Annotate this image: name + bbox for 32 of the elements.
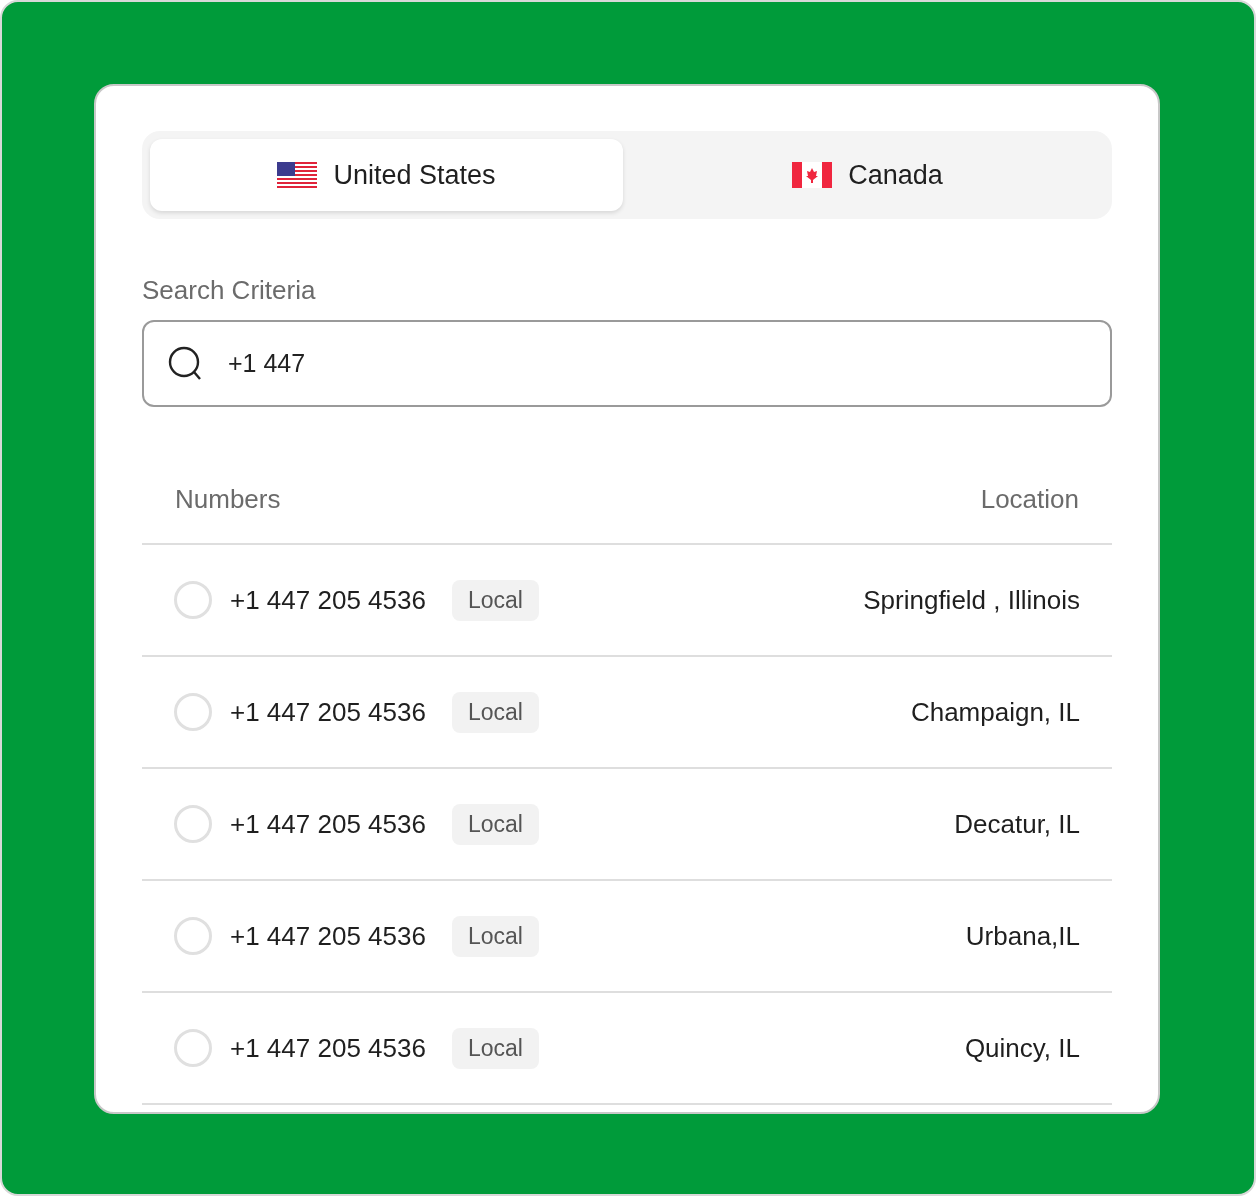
- type-tag: Local: [451, 803, 539, 845]
- radio-button[interactable]: [174, 693, 212, 731]
- radio-button[interactable]: [174, 805, 212, 843]
- location-text: Urbana,IL: [965, 920, 1080, 952]
- search-field[interactable]: +1 447: [142, 320, 1112, 407]
- radio-button[interactable]: [174, 581, 212, 619]
- search-icon: [168, 345, 204, 382]
- phone-number: +1 447 205 4536: [230, 584, 426, 616]
- location-text: Decatur, IL: [954, 808, 1080, 840]
- flag-icon: [277, 162, 318, 188]
- location-text: Champaign, IL: [910, 696, 1080, 728]
- type-tag: Local: [451, 1027, 539, 1069]
- phone-number: +1 447 205 4536: [230, 808, 426, 840]
- type-tag: Local: [451, 691, 539, 733]
- column-header: Numbers: [175, 483, 281, 515]
- phone-number: +1 447 205 4536: [230, 696, 426, 728]
- country-tab[interactable]: United States: [150, 139, 623, 211]
- location-text: Quincy, IL: [964, 1032, 1080, 1064]
- phone-number: +1 447 205 4536: [230, 1032, 426, 1064]
- column-header: Location: [980, 483, 1079, 515]
- radio-button[interactable]: [174, 1029, 212, 1067]
- search-input[interactable]: +1 447: [228, 322, 1086, 405]
- country-tab[interactable]: Canada: [631, 139, 1104, 211]
- phone-number: +1 447 205 4536: [230, 920, 426, 952]
- type-tag: Local: [451, 915, 539, 957]
- radio-button[interactable]: [174, 917, 212, 955]
- field-label: Search Criteria: [142, 275, 317, 306]
- tab-label: Canada: [848, 159, 943, 191]
- flag-icon: [792, 162, 833, 188]
- location-text: Springfield , Illinois: [863, 584, 1080, 616]
- tab-label: United States: [333, 159, 496, 191]
- type-tag: Local: [451, 579, 539, 621]
